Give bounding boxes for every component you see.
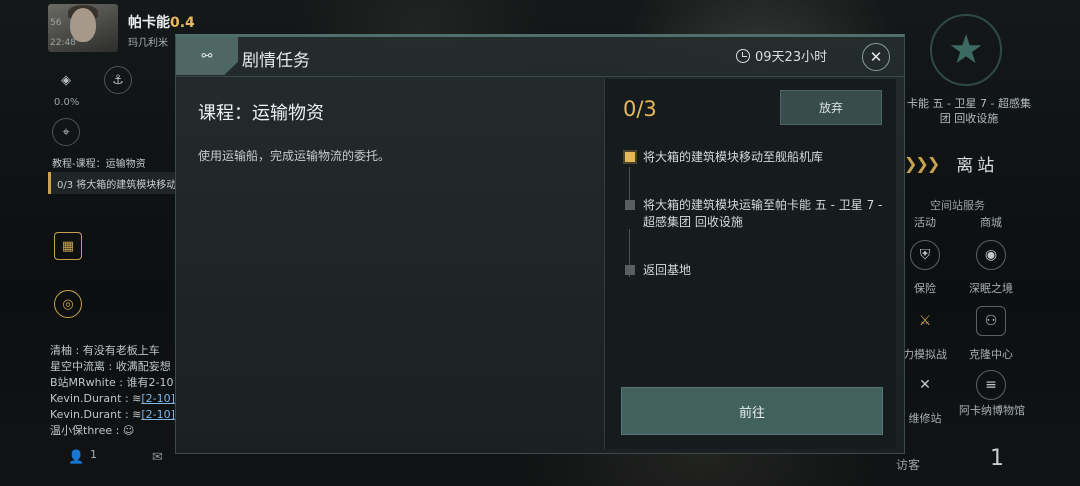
mini-quest-step[interactable]: 0/3 将大箱的建筑模块移动 <box>48 172 176 194</box>
depart-button[interactable]: ❯❯❯ 离站 <box>904 148 1080 178</box>
step-marker <box>625 265 635 275</box>
chat-line: 温小保three : ☺ <box>50 424 135 437</box>
course-title: 课程：运输物资 <box>198 103 324 124</box>
cube-icon[interactable]: ◈ <box>52 66 80 94</box>
clock-icon <box>736 48 750 63</box>
story-quest-dialog: ⚯ 剧情任务 09天23小时 ✕ 课程：运输物资 使用运输船，完成运输物流的委托… <box>175 34 905 454</box>
station-service-title: 空间站服务 <box>930 199 985 212</box>
task-step: 将大箱的建筑模块移动至舰船机库 <box>623 149 883 166</box>
deep-sleep-icon[interactable]: ◉ <box>976 240 1006 270</box>
step-text: 将大箱的建筑模块运输至帕卡能 五 - 卫星 7 - 超感集团 回收设施 <box>643 198 883 229</box>
service-deep-sleep[interactable]: 深眠之境 <box>956 280 1026 296</box>
station-name: 卡能 五 - 卫星 7 - 超感集团 回收设施 <box>907 97 1031 125</box>
player-name[interactable]: 帕卡能0.4 <box>128 12 195 32</box>
chat-line: Kevin.Durant : ≋[2-10] <box>50 392 175 405</box>
insurance-icon[interactable]: ⛨ <box>910 240 940 270</box>
step-marker <box>625 200 635 210</box>
player-level: 0.4 <box>170 15 195 31</box>
station-emblem-icon: ★ <box>930 14 1002 86</box>
clone-icon[interactable]: ⚇ <box>976 306 1006 336</box>
chat-item-link[interactable]: [2-10] <box>141 392 175 405</box>
chat-item-link[interactable]: [2-10] <box>141 408 175 421</box>
chevron-right-icon: ❯❯❯ <box>904 153 940 173</box>
target-icon[interactable]: ◎ <box>54 290 82 318</box>
abandon-button[interactable]: 放弃 <box>780 90 882 125</box>
service-clone[interactable]: 克隆中心 <box>956 346 1026 362</box>
mail-icon[interactable]: ✉ <box>152 450 163 465</box>
dialog-title: 剧情任务 <box>242 51 310 71</box>
inventory-icon[interactable]: ▦ <box>54 232 82 260</box>
person-icon[interactable]: 👤 <box>68 450 84 465</box>
visitor-label[interactable]: 访客 <box>896 456 920 473</box>
chat-line: B站MRwhite : 谁有2-10 <box>50 376 174 389</box>
museum-icon[interactable]: ≡ <box>976 370 1006 400</box>
stat-value: 56 <box>50 18 62 28</box>
visitor-count: 1 <box>990 446 1004 471</box>
clock-time: 22:48 <box>50 38 76 48</box>
percent-value: 0.0% <box>54 97 80 108</box>
left-hud: 56 22:48 帕卡能0.4 玛几利米 ◈ ⚓ 0.0% ⌖ 教程-课程：运输… <box>0 0 200 486</box>
location-pin-icon[interactable]: ⌖ <box>52 118 80 146</box>
chat-line: 清柚 : 有没有老板上车 <box>50 344 160 357</box>
task-step: 将大箱的建筑模块运输至帕卡能 五 - 卫星 7 - 超感集团 回收设施 <box>623 197 883 231</box>
task-panel: 0/3 放弃 将大箱的建筑模块移动至舰船机库 将大箱的建筑模块运输至帕卡能 五 … <box>604 79 896 449</box>
task-step: 返回基地 <box>623 262 883 279</box>
timer-text: 09天23小时 <box>755 50 828 65</box>
chat-line: Kevin.Durant : ≋[2-10] <box>50 408 175 421</box>
mini-quest-title[interactable]: 教程-课程：运输物资 <box>52 155 146 170</box>
task-steps: 将大箱的建筑模块移动至舰船机库 将大箱的建筑模块运输至帕卡能 五 - 卫星 7 … <box>623 147 883 279</box>
avatar-face <box>70 8 96 42</box>
player-name-text: 帕卡能 <box>128 15 170 31</box>
wrench-icon[interactable]: ✕ <box>910 370 940 400</box>
player-location: 玛几利米 <box>128 38 168 49</box>
service-shop[interactable]: 商城 <box>956 214 1026 230</box>
dialog-header: ⚯ 剧情任务 09天23小时 ✕ <box>176 37 904 77</box>
quest-timer: 09天23小时 <box>736 46 827 65</box>
chat-line: 星空中流离 : 收满配妄想 <box>50 360 171 373</box>
step-text: 返回基地 <box>643 263 692 277</box>
step-text: 将大箱的建筑模块移动至舰船机库 <box>643 150 824 164</box>
online-count: 1 <box>90 448 97 461</box>
step-marker-active <box>625 152 635 162</box>
depart-label: 离站 <box>956 155 999 176</box>
anchor-icon[interactable]: ⚓ <box>104 66 132 94</box>
task-progress: 0/3 <box>623 97 657 121</box>
chat-log[interactable]: 清柚 : 有没有老板上车 星空中流离 : 收满配妄想 B站MRwhite : 谁… <box>50 343 180 439</box>
service-museum[interactable]: 阿卡纳博物馆 <box>950 404 1034 418</box>
close-button[interactable]: ✕ <box>862 43 890 71</box>
quest-network-icon: ⚯ <box>176 37 238 75</box>
crossed-swords-icon[interactable]: ⚔ <box>910 306 940 336</box>
go-button[interactable]: 前往 <box>621 387 883 435</box>
course-description: 使用运输船，完成运输物流的委托。 <box>198 149 391 163</box>
